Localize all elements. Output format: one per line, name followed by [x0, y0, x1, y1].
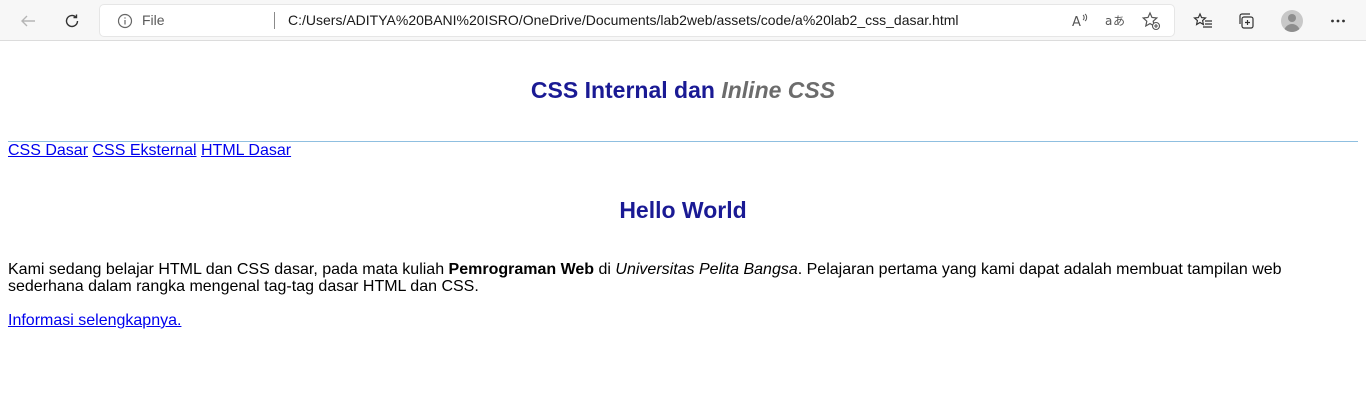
url-text[interactable]: C:/Users/ADITYA%20BANI%20ISRO/OneDrive/D…: [288, 12, 959, 28]
para-italic: Universitas Pelita Bangsa: [615, 261, 798, 278]
favorites-icon[interactable]: [1188, 6, 1218, 36]
add-favorite-icon[interactable]: [1139, 9, 1163, 33]
more-info-link[interactable]: Informasi selengkapnya.: [8, 312, 181, 329]
address-scheme-label: File: [142, 12, 165, 28]
svg-text:あ: あ: [1113, 14, 1125, 28]
nav-links: CSS Dasar CSS Eksternal HTML Dasar: [8, 141, 291, 160]
nav-link-css-dasar[interactable]: CSS Dasar: [8, 142, 88, 159]
address-divider: [274, 12, 275, 29]
address-bar[interactable]: File C:/Users/ADITYA%20BANI%20ISRO/OneDr…: [100, 5, 1174, 36]
back-icon[interactable]: [13, 6, 43, 36]
para-bold: Pemrograman Web: [448, 261, 595, 278]
profile-avatar[interactable]: [1277, 6, 1307, 36]
para-text-2: di: [594, 261, 616, 278]
section-heading: Hello World: [619, 197, 747, 223]
title-main: CSS Internal dan: [530, 77, 715, 103]
more-icon[interactable]: [1323, 6, 1353, 36]
page-title: CSS Internal dan Inline CSS: [0, 77, 1366, 104]
title-tail: CSS: [787, 77, 836, 103]
nav-link-css-eksternal[interactable]: CSS Eksternal: [92, 142, 196, 159]
info-icon[interactable]: [117, 13, 133, 34]
read-aloud-icon[interactable]: A: [1068, 9, 1092, 33]
page-content: CSS Internal dan Inline CSS CSS Dasar CS…: [0, 41, 1366, 418]
browser-toolbar: File C:/Users/ADITYA%20BANI%20ISRO/OneDr…: [0, 0, 1366, 41]
translate-icon[interactable]: aあ: [1103, 9, 1127, 33]
intro-paragraph: Kami sedang belajar HTML dan CSS dasar, …: [8, 261, 1308, 295]
nav-link-html-dasar[interactable]: HTML Dasar: [201, 142, 291, 159]
collections-icon[interactable]: [1231, 6, 1261, 36]
title-italic: Inline: [721, 77, 782, 103]
svg-text:A: A: [1072, 15, 1081, 30]
refresh-icon[interactable]: [57, 6, 87, 36]
svg-text:a: a: [1105, 14, 1112, 28]
more-info: Informasi selengkapnya.: [8, 312, 181, 330]
para-text-1: Kami sedang belajar HTML dan CSS dasar, …: [8, 261, 449, 278]
